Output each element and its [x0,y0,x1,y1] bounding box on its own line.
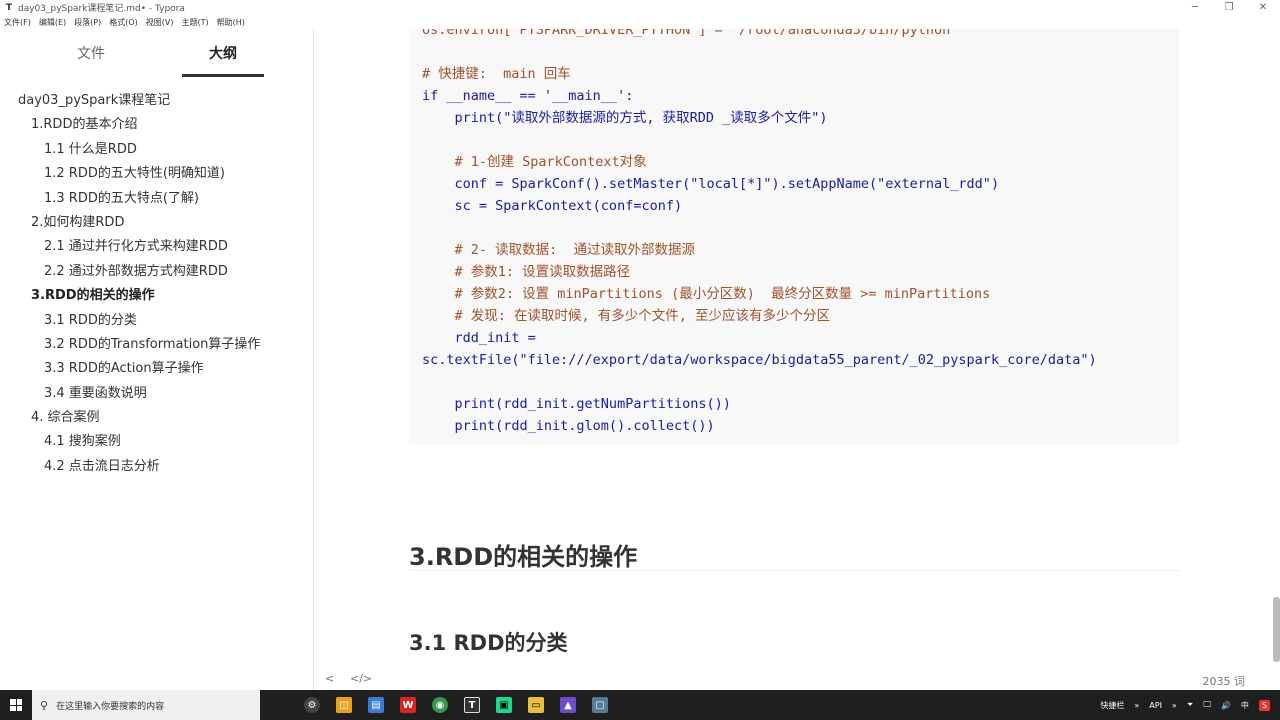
outline-item-active[interactable]: 3.RDD的相关的操作 [0,284,313,308]
network-icon[interactable]: 🖵 [1203,700,1211,710]
folder-icon: ▭ [528,697,544,713]
tray-api[interactable]: API [1149,701,1162,710]
code-line: # 1-创建 SparkContext对象 [422,154,647,170]
code-line: if __name__ == '__main__': [422,88,634,104]
outline-item[interactable]: 3.3 RDD的Action算子操作 [0,357,313,381]
code-line: # 发现: 在读取时候, 有多少个文件, 至少应该有多少个分区 [422,308,831,324]
editor-content[interactable]: os.environ['PYSPARK_DRIVER_PYTHON'] = '/… [315,29,1280,670]
ime-indicator[interactable]: 中 [1241,700,1249,711]
code-line: sc = SparkContext(conf=conf) [422,198,683,214]
tab-files[interactable]: 文件 [0,29,182,73]
tray-shortcut[interactable]: 快捷栏 [1100,700,1124,711]
heading-h2: 3.RDD的相关的操作 [409,543,638,571]
window-icon: ▢ [592,697,608,713]
code-line: conf = SparkConf().setMaster("local[*]")… [422,176,1000,192]
taskbar-search-placeholder: 在这里输入你要搜索的内容 [56,701,165,712]
taskbar-app-typora[interactable]: T [456,690,488,720]
outline-item[interactable]: 4. 综合案例 [0,406,313,430]
taskbar-app-explorer[interactable]: ▭ [520,690,552,720]
menu-bar: 文件(F) 编辑(E) 段落(P) 格式(O) 视图(V) 主题(T) 帮助(H… [0,15,1280,29]
outline-item[interactable]: 1.1 什么是RDD [0,138,313,162]
outline-item[interactable]: 2.2 通过外部数据方式构建RDD [0,260,313,284]
code-line: # 快捷键: main 回车 [422,66,571,82]
mountain-icon: ▲ [560,697,576,713]
toggle-sidebar-button[interactable]: < [325,672,334,685]
word-count[interactable]: 2035 词 [1203,673,1246,689]
windows-logo-icon [10,699,22,711]
menu-help[interactable]: 帮助(H) [217,17,245,28]
menu-edit[interactable]: 编辑(E) [39,17,66,28]
outline-item[interactable]: 3.2 RDD的Transformation算子操作 [0,333,313,357]
heading-h3: 3.1 RDD的分类 [409,631,568,655]
outline-item[interactable]: 2.如何构建RDD [0,211,313,235]
minimize-button[interactable]: ─ [1178,0,1212,15]
outline-item[interactable]: 4.1 搜狗案例 [0,430,313,454]
status-bar: < </> 2035 词 [315,670,1280,690]
chrome-icon: ◉ [432,697,448,713]
taskbar-search[interactable]: ⚲ 在这里输入你要搜索的内容 [32,690,260,720]
taskbar: ⚲ 在这里输入你要搜索的内容 ⚙ ◫ ▤ W ◉ T ▣ ▭ ▲ ▢ 快捷栏 »… [0,690,1280,720]
outline-item[interactable]: 1.3 RDD的五大特点(了解) [0,187,313,211]
code-block[interactable]: os.environ['PYSPARK_DRIVER_PYTHON'] = '/… [409,29,1179,445]
window-title: day03_pySpark课程笔记.md• - Typora [18,4,185,14]
close-button[interactable]: ✕ [1246,0,1280,15]
window-controls: ─ ❐ ✕ [1178,0,1280,15]
code-line: sc.textFile("file:///export/data/workspa… [422,352,1097,368]
sidebar-tabs: 文件 大纲 [0,29,313,77]
taskbar-app-qq[interactable]: ◫ [328,690,360,720]
code-line: print("读取外部数据源的方式, 获取RDD _读取多个文件") [422,110,828,126]
code-line: os.environ['PYSPARK_DRIVER_PYTHON'] = '/… [422,29,959,38]
outline-item[interactable]: day03_pySpark课程笔记 [0,89,313,113]
taskbar-app-chrome[interactable]: ◉ [424,690,456,720]
start-button[interactable] [0,690,32,720]
pycharm-icon: ▣ [496,697,512,713]
taskbar-app-settings[interactable]: ⚙ [296,690,328,720]
vertical-scrollbar[interactable] [1273,597,1280,662]
outline-item[interactable]: 1.2 RDD的五大特性(明确知道) [0,162,313,186]
typora-icon: T [464,697,480,713]
menu-format[interactable]: 格式(O) [109,17,138,28]
source-mode-button[interactable]: </> [350,672,372,685]
code-line: # 参数1: 设置读取数据路径 [422,264,631,280]
menu-theme[interactable]: 主题(T) [181,17,208,28]
wps-icon: W [400,697,416,713]
tray-expand-icon[interactable]: » [1134,701,1139,710]
sidebar: 文件 大纲 day03_pySpark课程笔记 1.RDD的基本介绍 1.1 什… [0,29,314,690]
taskbar-app-docs[interactable]: ▤ [360,690,392,720]
outline-item[interactable]: 3.4 重要函数说明 [0,382,313,406]
outline-item[interactable]: 3.1 RDD的分类 [0,309,313,333]
sogou-icon[interactable]: S [1258,699,1270,711]
taskbar-apps: ⚙ ◫ ▤ W ◉ T ▣ ▭ ▲ ▢ [296,690,616,720]
search-icon: ⚲ [40,698,49,712]
taskbar-app-pycharm[interactable]: ▣ [488,690,520,720]
heading-divider [409,570,1179,571]
tab-outline[interactable]: 大纲 [182,29,264,77]
doc-icon: ▤ [368,697,384,713]
outline-item[interactable]: 4.2 点击流日志分析 [0,455,313,479]
taskbar-app-wps[interactable]: W [392,690,424,720]
code-line: rdd_init = [422,330,536,346]
tray-expand-icon[interactable]: » [1172,701,1177,710]
outline-item[interactable]: 1.RDD的基本介绍 [0,113,313,137]
code-line: # 参数2: 设置 minPartitions (最小分区数) 最终分区数量 >… [422,286,991,302]
taskbar-app-mountain[interactable]: ▲ [552,690,584,720]
menu-paragraph[interactable]: 段落(P) [74,17,101,28]
maximize-button[interactable]: ❐ [1212,0,1246,15]
menu-view[interactable]: 视图(V) [146,17,174,28]
gear-icon: ⚙ [304,697,320,713]
code-line: print(rdd_init.getNumPartitions()) [422,396,731,412]
volume-icon[interactable]: 🔊 [1221,701,1231,710]
outline-item[interactable]: 2.1 通过并行化方式来构建RDD [0,235,313,259]
title-bar: T day03_pySpark课程笔记.md• - Typora ─ ❐ ✕ [0,0,1280,15]
menu-file[interactable]: 文件(F) [4,17,31,28]
app-icon: ◫ [336,697,352,713]
code-line: print(rdd_init.glom().collect()) [422,418,715,434]
tray-chevron-icon[interactable]: ⏷ [1187,700,1193,710]
taskbar-app-window[interactable]: ▢ [584,690,616,720]
system-tray: 快捷栏 » API » ⏷ 🖵 🔊 中 S [1100,690,1280,720]
typora-logo-icon: T [5,2,13,13]
outline-list: day03_pySpark课程笔记 1.RDD的基本介绍 1.1 什么是RDD … [0,89,313,479]
code-line: # 2- 读取数据: 通过读取外部数据源 [422,242,696,258]
